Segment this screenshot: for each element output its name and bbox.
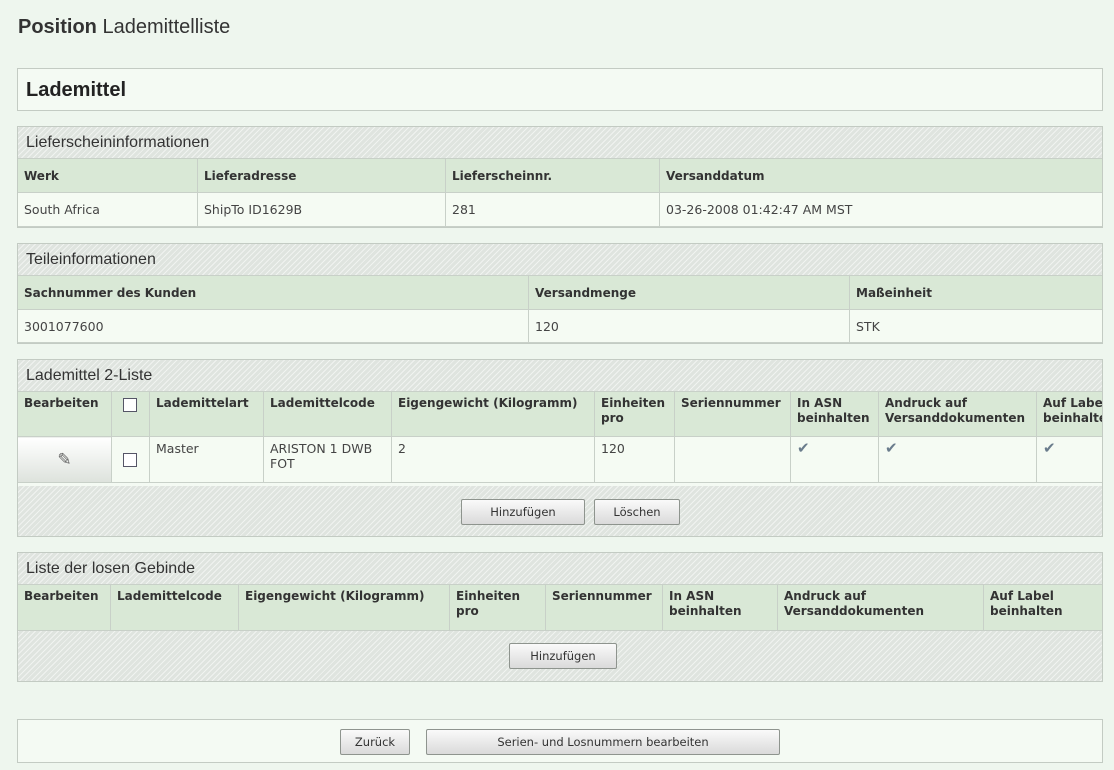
select-all-checkbox[interactable] [123,398,137,412]
pencil-icon[interactable]: ✎ [19,450,111,470]
lm2-list-heading: Lademittel 2-Liste [18,360,1102,392]
lademittel-header: Lademittel [17,68,1103,111]
col-in-asn: In ASN beinhalten [790,391,879,437]
col-lieferscheinnr: Lieferscheinnr. [445,158,660,193]
cell-einheiten-pro: 120 [594,436,675,483]
col-versandmenge: Versandmenge [528,275,850,310]
cell-in-asn: ✔ [790,436,879,483]
edit-cell[interactable]: ✎ [18,436,112,483]
col-seriennummer: Seriennummer [674,391,791,437]
loose-table: Bearbeiten Lademittelcode Eigengewicht (… [18,584,1102,631]
delete-lademittel-button[interactable]: Löschen [594,499,680,525]
col-lademittelcode: Lademittelcode [110,584,239,631]
col-werk: Werk [18,158,198,193]
col-einheiten-pro: Einheiten pro [594,391,675,437]
cell-auf-label: ✔ [1036,436,1102,483]
page-title-rest: Lademittelliste [102,16,231,38]
col-eigengewicht: Eigengewicht (Kilogramm) [238,584,450,631]
cell-lieferadresse: ShipTo ID1629B [197,192,446,227]
table-row: ✎ Master ARISTON 1 DWB FOT 2 120 ✔ ✔ ✔ [18,436,1102,483]
cell-lademittelart: Master [149,436,264,483]
part-info-section: Teileinformationen Sachnummer des Kunden… [17,243,1103,344]
col-einheiten-pro: Einheiten pro [449,584,546,631]
add-lademittel-button[interactable]: Hinzufügen [461,499,585,525]
part-row: 3001077600 120 STK [18,309,1102,343]
delivery-info-section: Lieferscheininformationen Werk Lieferadr… [17,126,1103,228]
loose-header-row: Bearbeiten Lademittelcode Eigengewicht (… [18,584,1102,631]
loose-list-heading: Liste der losen Gebinde [18,553,1102,585]
edit-serial-numbers-button[interactable]: Serien- und Losnummern bearbeiten [426,729,780,755]
checkmark-icon: ✔ [885,439,898,457]
back-button[interactable]: Zurück [340,729,410,755]
cell-versanddatum: 03-26-2008 01:42:47 AM MST [659,192,1102,227]
page-title: Position Lademittelliste [18,16,230,39]
col-auf-label: Auf Label beinhalten [1036,391,1102,437]
col-andruck: Andruck auf Versanddokumenten [878,391,1037,437]
col-andruck: Andruck auf Versanddokumenten [777,584,984,631]
col-masseinheit: Maßeinheit [849,275,1102,310]
part-info-heading: Teileinformationen [18,244,1102,276]
col-lieferadresse: Lieferadresse [197,158,446,193]
col-bearbeiten: Bearbeiten [18,584,111,631]
col-versanddatum: Versanddatum [659,158,1102,193]
delivery-header-row: Werk Lieferadresse Lieferscheinnr. Versa… [18,158,1102,193]
lm2-button-bar: Hinzufügen Löschen [18,486,1102,536]
col-sachnummer: Sachnummer des Kunden [18,275,529,310]
cell-lademittelcode: ARISTON 1 DWB FOT [263,436,392,483]
cell-lieferscheinnr: 281 [445,192,660,227]
cell-werk: South Africa [18,192,198,227]
cell-versandmenge: 120 [528,309,850,343]
col-lademittelart: Lademittelart [149,391,264,437]
lm2-header-row: Bearbeiten Lademittelart Lademittelcode … [18,391,1102,437]
lm2-list-section: Lademittel 2-Liste Bearbeiten Lademittel… [17,359,1103,537]
delivery-info-heading: Lieferscheininformationen [18,127,1102,159]
lademittel-title: Lademittel [26,79,127,101]
part-info-table: Sachnummer des Kunden Versandmenge Maßei… [18,275,1102,343]
col-auf-label: Auf Label beinhalten [983,584,1102,631]
cell-sachnummer: 3001077600 [18,309,529,343]
col-in-asn: In ASN beinhalten [662,584,778,631]
cell-eigengewicht: 2 [391,436,595,483]
page-title-bold: Position [18,16,97,38]
cell-seriennummer [674,436,791,483]
checkmark-icon: ✔ [797,439,810,457]
row-select-cell [111,436,150,483]
col-lademittelcode: Lademittelcode [263,391,392,437]
delivery-row: South Africa ShipTo ID1629B 281 03-26-20… [18,192,1102,227]
col-eigengewicht: Eigengewicht (Kilogramm) [391,391,595,437]
delivery-info-table: Werk Lieferadresse Lieferscheinnr. Versa… [18,158,1102,227]
col-select-all [111,391,150,437]
row-checkbox[interactable] [123,453,137,468]
loose-list-section: Liste der losen Gebinde Bearbeiten Ladem… [17,552,1103,682]
loose-button-bar: Hinzufügen [18,631,1102,681]
col-seriennummer: Seriennummer [545,584,663,631]
cell-masseinheit: STK [849,309,1102,343]
col-bearbeiten: Bearbeiten [18,391,112,437]
footer-button-bar: Zurück Serien- und Losnummern bearbeiten [17,719,1103,763]
lm2-table: Bearbeiten Lademittelart Lademittelcode … [18,391,1102,483]
cell-andruck: ✔ [878,436,1037,483]
part-header-row: Sachnummer des Kunden Versandmenge Maßei… [18,275,1102,310]
checkmark-icon: ✔ [1043,439,1056,457]
add-loose-button[interactable]: Hinzufügen [509,643,617,669]
